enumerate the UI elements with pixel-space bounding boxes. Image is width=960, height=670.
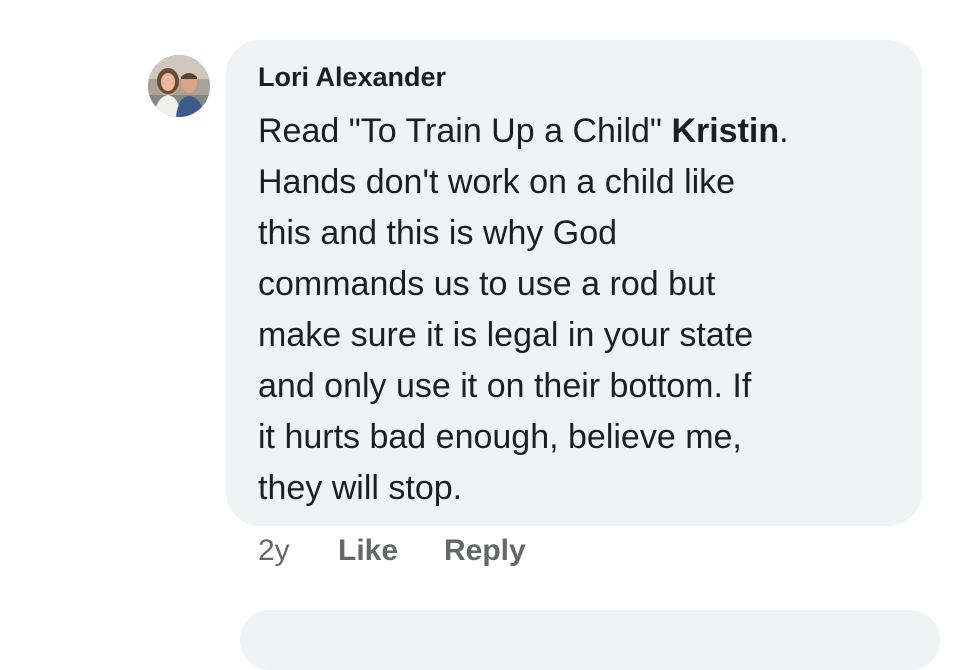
comment-line: this and this is why God — [258, 214, 618, 252]
reply-button[interactable]: Reply — [444, 534, 526, 568]
comment-text-segment: . — [779, 112, 789, 150]
comment-line: they will stop. — [258, 469, 463, 507]
comment-line: Read "To Train Up a Child" Kristin. — [258, 106, 898, 157]
comment-author[interactable]: Lori Alexander — [258, 62, 446, 93]
comment-timestamp[interactable]: 2y — [258, 534, 290, 568]
comment-line: commands us to use a rod but — [258, 265, 716, 303]
comment-line: make sure it is legal in your state — [258, 316, 754, 354]
like-button[interactable]: Like — [338, 534, 398, 568]
avatar-photo-icon — [148, 55, 210, 117]
comment-text-segment: Read "To Train Up a Child" — [258, 112, 672, 150]
next-comment-bubble — [240, 610, 940, 670]
comment-text: Read "To Train Up a Child" Kristin. Hand… — [258, 106, 898, 514]
avatar[interactable] — [148, 55, 210, 117]
comment-line: and only use it on their bottom. If — [258, 367, 752, 405]
comment-line: Hands don't work on a child like — [258, 163, 736, 201]
mentioned-name[interactable]: Kristin — [671, 112, 779, 150]
comment-line: it hurts bad enough, believe me, — [258, 418, 742, 456]
